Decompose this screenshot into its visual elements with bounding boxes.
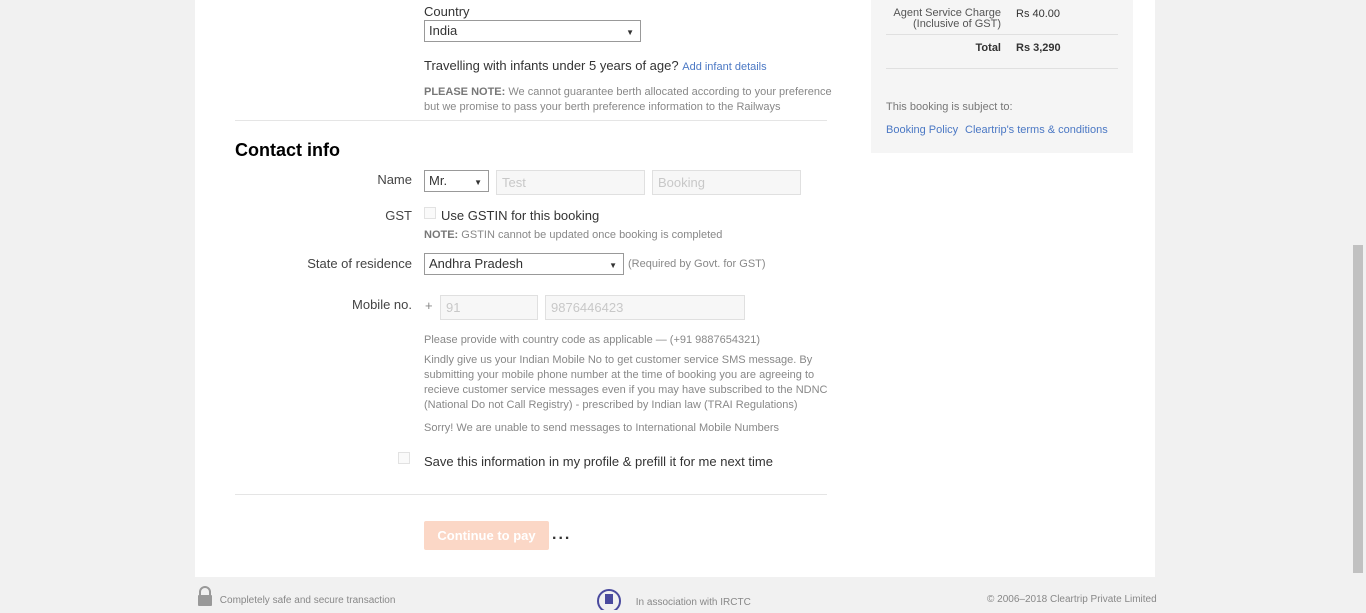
berth-note: PLEASE NOTE: We cannot guarantee berth a…: [424, 85, 832, 115]
divider: [886, 34, 1118, 35]
dropdown-arrow-icon: ▼: [609, 261, 617, 270]
title-select[interactable]: Mr. ▼: [424, 170, 489, 192]
state-hint: (Required by Govt. for GST): [628, 258, 766, 270]
total-value: Rs 3,290: [1016, 42, 1061, 54]
state-select[interactable]: Andhra Pradesh ▼: [424, 253, 624, 275]
save-info-label[interactable]: Save this information in my profile & pr…: [424, 454, 773, 469]
add-infant-link[interactable]: Add infant details: [682, 61, 766, 73]
agent-charge-label2: (Inclusive of GST): [912, 18, 1001, 30]
berth-note-text2: but we promise to pass your berth prefer…: [424, 101, 781, 113]
secure-text: Completely safe and secure transaction: [219, 594, 396, 606]
plus-sign: +: [425, 298, 433, 313]
contact-heading: Contact info: [235, 140, 340, 160]
continue-to-pay-button[interactable]: Continue to pay: [424, 521, 549, 550]
total-label: Total: [975, 42, 1001, 54]
state-label: State of residence: [307, 256, 412, 271]
divider: [235, 120, 827, 121]
country-select[interactable]: India ▼: [424, 20, 641, 42]
gst-note-text: GSTIN cannot be updated once booking is …: [461, 229, 723, 241]
mobile-input[interactable]: 9876446423: [545, 295, 745, 320]
gst-checkbox-label[interactable]: Use GSTIN for this booking: [441, 208, 599, 223]
agent-charge-label: Agent Service Charge (Inclusive of GST): [886, 8, 1001, 30]
name-label: Name: [377, 172, 412, 187]
gst-note: NOTE: GSTIN cannot be updated once booki…: [424, 228, 722, 243]
irctc-logo-icon: [597, 589, 621, 613]
mobile-hint: Please provide with country code as appl…: [424, 334, 761, 346]
divider: [886, 68, 1118, 69]
dropdown-arrow-icon: ▼: [474, 178, 482, 187]
subject-text: This booking is subject to:: [886, 101, 1013, 113]
scrollbar-thumb[interactable]: [1353, 245, 1363, 573]
booking-policy-link[interactable]: Booking Policy: [886, 124, 958, 136]
agent-charge-value: Rs 40.00: [1016, 8, 1061, 20]
sms-text2: submitting your mobile phone number at t…: [424, 369, 815, 381]
loading-dots: ...: [552, 526, 572, 543]
please-note-label: PLEASE NOTE:: [424, 86, 506, 98]
irctc-text: In association with IRCTC: [635, 596, 751, 608]
infants-row: Travelling with infants under 5 years of…: [424, 58, 767, 73]
mobile-label: Mobile no.: [352, 297, 412, 312]
gst-checkbox[interactable]: [424, 207, 436, 219]
sms-text1: Kindly give us your Indian Mobile No to …: [424, 354, 813, 366]
last-name-input[interactable]: Booking: [652, 170, 801, 195]
gst-label: GST: [385, 208, 412, 223]
page-scrollbar[interactable]: [1350, 0, 1366, 613]
first-name-input[interactable]: Test: [496, 170, 645, 195]
country-code-input[interactable]: 91: [440, 295, 538, 320]
lock-icon: [198, 586, 212, 606]
country-label: Country: [424, 4, 470, 19]
country-value: India: [429, 23, 458, 38]
intl-notice: Sorry! We are unable to send messages to…: [424, 422, 780, 434]
divider: [235, 494, 827, 495]
sms-text3: recieve customer service messages even i…: [424, 384, 828, 396]
dropdown-arrow-icon: ▼: [626, 28, 634, 37]
copyright-footer: © 2006–2018 Cleartrip Private Limited: [987, 594, 1157, 605]
state-value: Andhra Pradesh: [429, 256, 523, 271]
secure-footer: Completely safe and secure transaction: [196, 586, 396, 606]
title-value: Mr.: [429, 173, 448, 188]
berth-note-text1: We cannot guarantee berth allocated acco…: [508, 86, 832, 98]
sms-text4: (National Do not Call Registry) - prescr…: [424, 399, 798, 411]
terms-link[interactable]: Cleartrip's terms & conditions: [965, 124, 1108, 136]
infants-text: Travelling with infants under 5 years of…: [424, 58, 679, 73]
sms-notice: Kindly give us your Indian Mobile No to …: [424, 353, 828, 413]
save-info-checkbox[interactable]: [398, 452, 410, 464]
irctc-footer: In association with IRCTC: [595, 589, 751, 613]
gst-note-label: NOTE:: [424, 229, 459, 241]
